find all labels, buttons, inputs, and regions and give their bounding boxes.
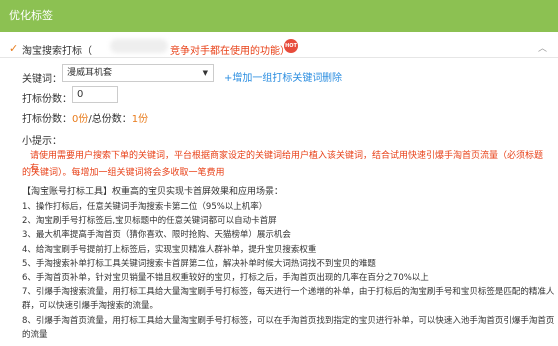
add-keyword-link[interactable]: +增加一组打标关键词 (224, 69, 322, 84)
option-note: 竞争对手都在使用的功能） (170, 46, 290, 57)
tips-title: 小提示： (22, 136, 62, 147)
header-title: 优化标签 (9, 9, 53, 22)
stats-line: 打标份数：0份/总份数：1份 (22, 110, 148, 125)
panel-header: 优化标签 (0, 0, 558, 32)
stats-label: 打标份数： (22, 114, 72, 125)
hot-badge-icon: HOT (284, 39, 298, 53)
list-item: 8、引爆手淘首页流量，用打标工具给大量淘宝刷手号打标签，可以在手淘首页找到指定的… (22, 315, 555, 340)
list-item: 1、操作打标后，任意关键词手淘搜索卡第二位（95%以上机率） (22, 202, 268, 212)
delete-link[interactable]: 删除 (322, 69, 342, 84)
list-item: 6、手淘首页补单，针对宝贝销量不错且权重较好的宝贝，打标之后，手淘首页出现的几率… (22, 273, 429, 284)
tool-title: 【淘宝账号打标工具】权重高的宝贝实现卡首屏效果和应用场景： (22, 187, 284, 197)
list-item: 4、给淘宝刷手号提前打上标签后，实现宝贝精准人群补单，提升宝贝搜索权重 (22, 244, 317, 255)
tips-warning2: 的关键词）。每增加一组关键词将会多收取一笔费用 (22, 168, 225, 178)
option-row[interactable]: ✓ 淘宝搜索打标（ 竞争对手都在使用的功能） HOT ︿ (0, 36, 558, 58)
keyword-selected: 漫威耳机套 (67, 68, 113, 78)
list-item: 7、引爆手淘搜索流量，用打标工具给大量淘宝刷手号打标签，每天进行一个递增的补单，… (22, 287, 555, 312)
check-icon[interactable]: ✓ (9, 42, 18, 55)
list-item: 5、手淘搜索补单打标工具关键词搜索卡首屏第二位，解决补单时候大词热词找不到宝贝的… (22, 258, 376, 269)
count-input[interactable]: 0 (72, 86, 118, 103)
list-item: 3、最大机率提高手淘首页（猜你喜欢、限时抢购、天猫榜单）展示机会 (22, 230, 291, 241)
option-title: 淘宝搜索打标（ (22, 46, 92, 57)
list-item: 2、淘宝刷手号打标签后,宝贝标题中的任意关键词都可以自动卡首屏 (22, 216, 277, 227)
stats-total: 1份 (131, 114, 149, 125)
keyword-select[interactable]: 漫威耳机套 ▼ (62, 64, 214, 82)
stats-tagged: 0份 (72, 114, 89, 125)
dropdown-arrow-icon: ▼ (202, 69, 208, 77)
keyword-label: 关键词： (22, 74, 62, 85)
tips-list: 1、操作打标后，任意关键词手淘搜索卡第二位（95%以上机率） 2、淘宝刷手号打标… (22, 200, 556, 342)
stats-sep: /总份数： (88, 114, 132, 125)
blurred-text (110, 39, 168, 53)
chevron-up-icon[interactable]: ︿ (538, 41, 547, 54)
count-label: 打标份数： (22, 94, 72, 105)
